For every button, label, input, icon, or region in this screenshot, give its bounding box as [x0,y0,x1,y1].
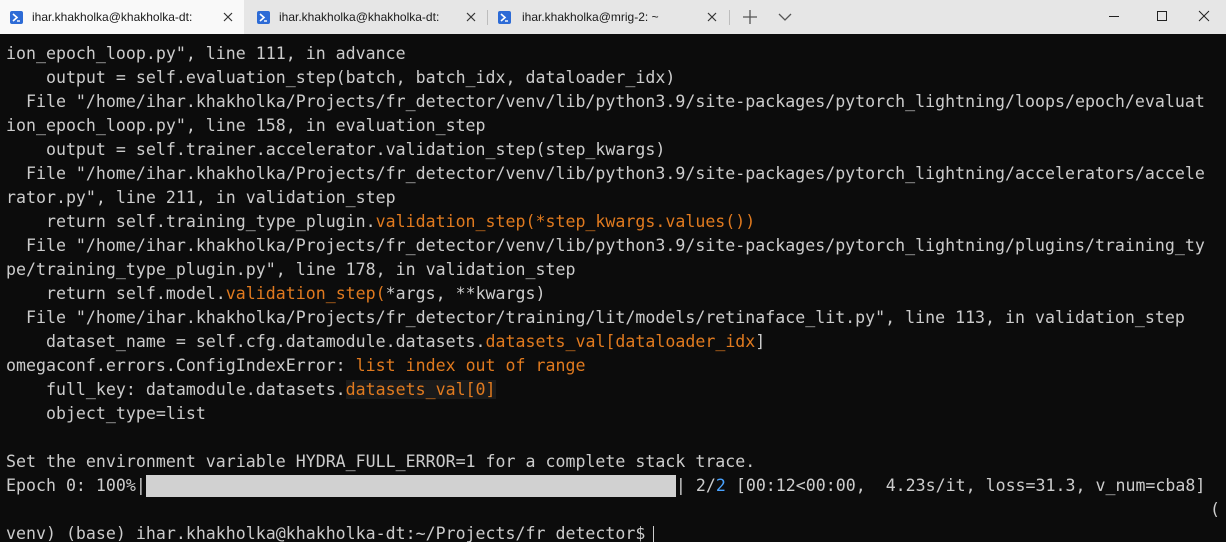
output-line: File "/home/ihar.khakholka/Projects/fr_d… [6,164,1205,183]
progress-stats: [00:12<00:00, 4.23s/it, loss=31.3, v_num… [725,476,1206,495]
close-icon[interactable] [704,9,720,25]
output-line: rator.py", line 211, in validation_step [6,188,396,207]
output-line: dataset_name = self.cfg.datamodule.datas… [6,330,1220,354]
tab-1[interactable]: ihar.khakholka@khakholka-dt: ~ [0,0,244,34]
error-message: list index out of range [355,356,586,375]
output-line: ( [1210,500,1220,519]
tab-2[interactable]: ihar.khakholka@khakholka-dt: ~ [247,0,487,34]
progress-total: 2 [715,476,726,495]
output-line: output = self.trainer.accelerator.valida… [6,140,666,159]
plus-icon [743,10,757,24]
progress-line: Epoch 0: 100%| | 2/2 [00:12<00:00, 4.23s/… [6,474,1220,498]
progress-done: 2/ [695,476,716,495]
tab-bar: ihar.khakholka@khakholka-dt: ~ ihar.khak… [0,0,1226,34]
code-text: ] [755,332,766,351]
close-icon [1198,10,1210,22]
highlighted-code: datasets_val[0] [345,380,496,399]
tab-title: ihar.khakholka@mrig-2: ~ [522,10,659,24]
progress-prefix: Epoch 0: 100%| [6,476,146,495]
output-line: Set the environment variable HYDRA_FULL_… [6,452,756,471]
output-line: return self.model.validation_step(*args,… [6,282,1220,306]
output-line: object_type=list [6,404,206,423]
powershell-icon [10,11,23,24]
progress-sep: | [675,476,696,495]
tab-3[interactable]: ihar.khakholka@mrig-2: ~ [488,0,728,34]
text-cursor [653,525,655,542]
output-line: File "/home/ihar.khakholka/Projects/fr_d… [6,308,1185,327]
output-line: pe/training_type_plugin.py", line 178, i… [6,260,576,279]
powershell-icon [257,11,270,24]
highlighted-code: datasets_val[dataloader_idx [485,332,756,351]
minimize-icon [1109,16,1119,17]
terminal-output[interactable]: ion_epoch_loop.py", line 111, in advance… [6,42,1220,542]
output-line: return self.training_type_plugin.validat… [6,210,1220,234]
highlighted-code: validation_step( [225,284,386,303]
code-text: dataset_name = self.cfg.datamodule.datas… [6,332,486,351]
code-text: return self.training_type_plugin. [6,212,376,231]
close-icon[interactable] [463,9,479,25]
output-line: full_key: datamodule.datasets.datasets_v… [6,378,1220,402]
code-text: *args, **kwargs) [385,284,546,303]
maximize-button[interactable] [1140,0,1184,34]
terminal-window: ihar.khakholka@khakholka-dt: ~ ihar.khak… [0,0,1226,542]
code-text: return self.model. [6,284,226,303]
window-close-button[interactable] [1182,0,1226,34]
output-line: File "/home/ihar.khakholka/Projects/fr_d… [6,236,1205,255]
shell-prompt: venv) (base) ihar.khakholka@khakholka-dt… [6,524,646,542]
close-icon[interactable] [220,9,236,25]
maximize-icon [1157,11,1167,21]
output-line: output = self.evaluation_step(batch, bat… [6,68,676,87]
progress-bar [145,475,676,497]
output-line: ion_epoch_loop.py", line 111, in advance [6,44,406,63]
minimize-button[interactable] [1092,0,1136,34]
error-type: omegaconf.errors.ConfigIndexError: [6,356,356,375]
error-line: omegaconf.errors.ConfigIndexError: list … [6,354,1220,378]
output-line: ion_epoch_loop.py", line 158, in evaluat… [6,116,486,135]
output-line: File "/home/ihar.khakholka/Projects/fr_d… [6,92,1205,111]
tab-title: ihar.khakholka@khakholka-dt: ~ [279,10,441,24]
highlighted-code: validation_step(*step_kwargs.values()) [375,212,756,231]
prompt-line[interactable]: venv) (base) ihar.khakholka@khakholka-dt… [6,522,1220,542]
code-text: full_key: datamodule.datasets. [6,380,346,399]
new-tab-button[interactable] [735,0,765,34]
chevron-down-icon [778,13,792,21]
tab-title: ihar.khakholka@khakholka-dt: ~ [32,10,192,24]
tab-dropdown-button[interactable] [770,0,800,34]
powershell-icon [498,11,511,24]
tab-separator [729,10,730,25]
